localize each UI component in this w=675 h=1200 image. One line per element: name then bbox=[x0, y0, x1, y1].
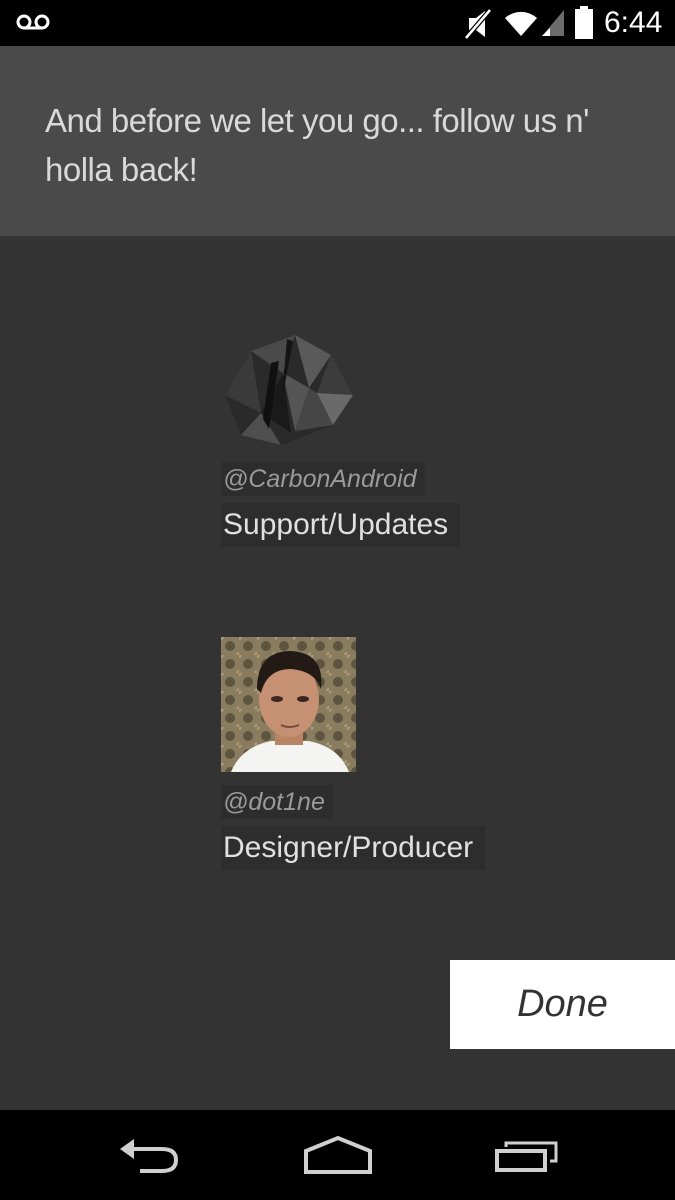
wifi-icon bbox=[505, 11, 537, 36]
mute-icon bbox=[464, 8, 492, 40]
voicemail-icon bbox=[16, 14, 50, 30]
navigation-bar bbox=[0, 1110, 675, 1200]
contact-role: Support/Updates bbox=[221, 503, 461, 547]
back-button[interactable] bbox=[80, 1110, 220, 1200]
battery-icon bbox=[575, 6, 593, 39]
avatar-photo bbox=[221, 637, 356, 772]
recent-apps-button[interactable] bbox=[457, 1110, 597, 1200]
done-button[interactable]: Done bbox=[450, 960, 675, 1049]
status-clock: 6:44 bbox=[604, 6, 663, 39]
header-message: And before we let you go... follow us n'… bbox=[45, 102, 589, 188]
avatar[interactable] bbox=[221, 637, 356, 772]
signal-icon bbox=[542, 10, 564, 36]
contact-role: Designer/Producer bbox=[221, 826, 486, 870]
home-button[interactable] bbox=[268, 1110, 408, 1200]
contact-handle[interactable]: @dot1ne bbox=[221, 785, 333, 819]
status-bar: 6:44 bbox=[0, 0, 675, 46]
home-icon bbox=[304, 1135, 372, 1174]
back-icon bbox=[120, 1139, 179, 1173]
carbon-logo-icon[interactable] bbox=[221, 333, 357, 451]
contact-handle[interactable]: @CarbonAndroid bbox=[221, 462, 425, 496]
recent-apps-icon bbox=[495, 1141, 558, 1172]
header-panel: And before we let you go... follow us n'… bbox=[0, 46, 675, 236]
